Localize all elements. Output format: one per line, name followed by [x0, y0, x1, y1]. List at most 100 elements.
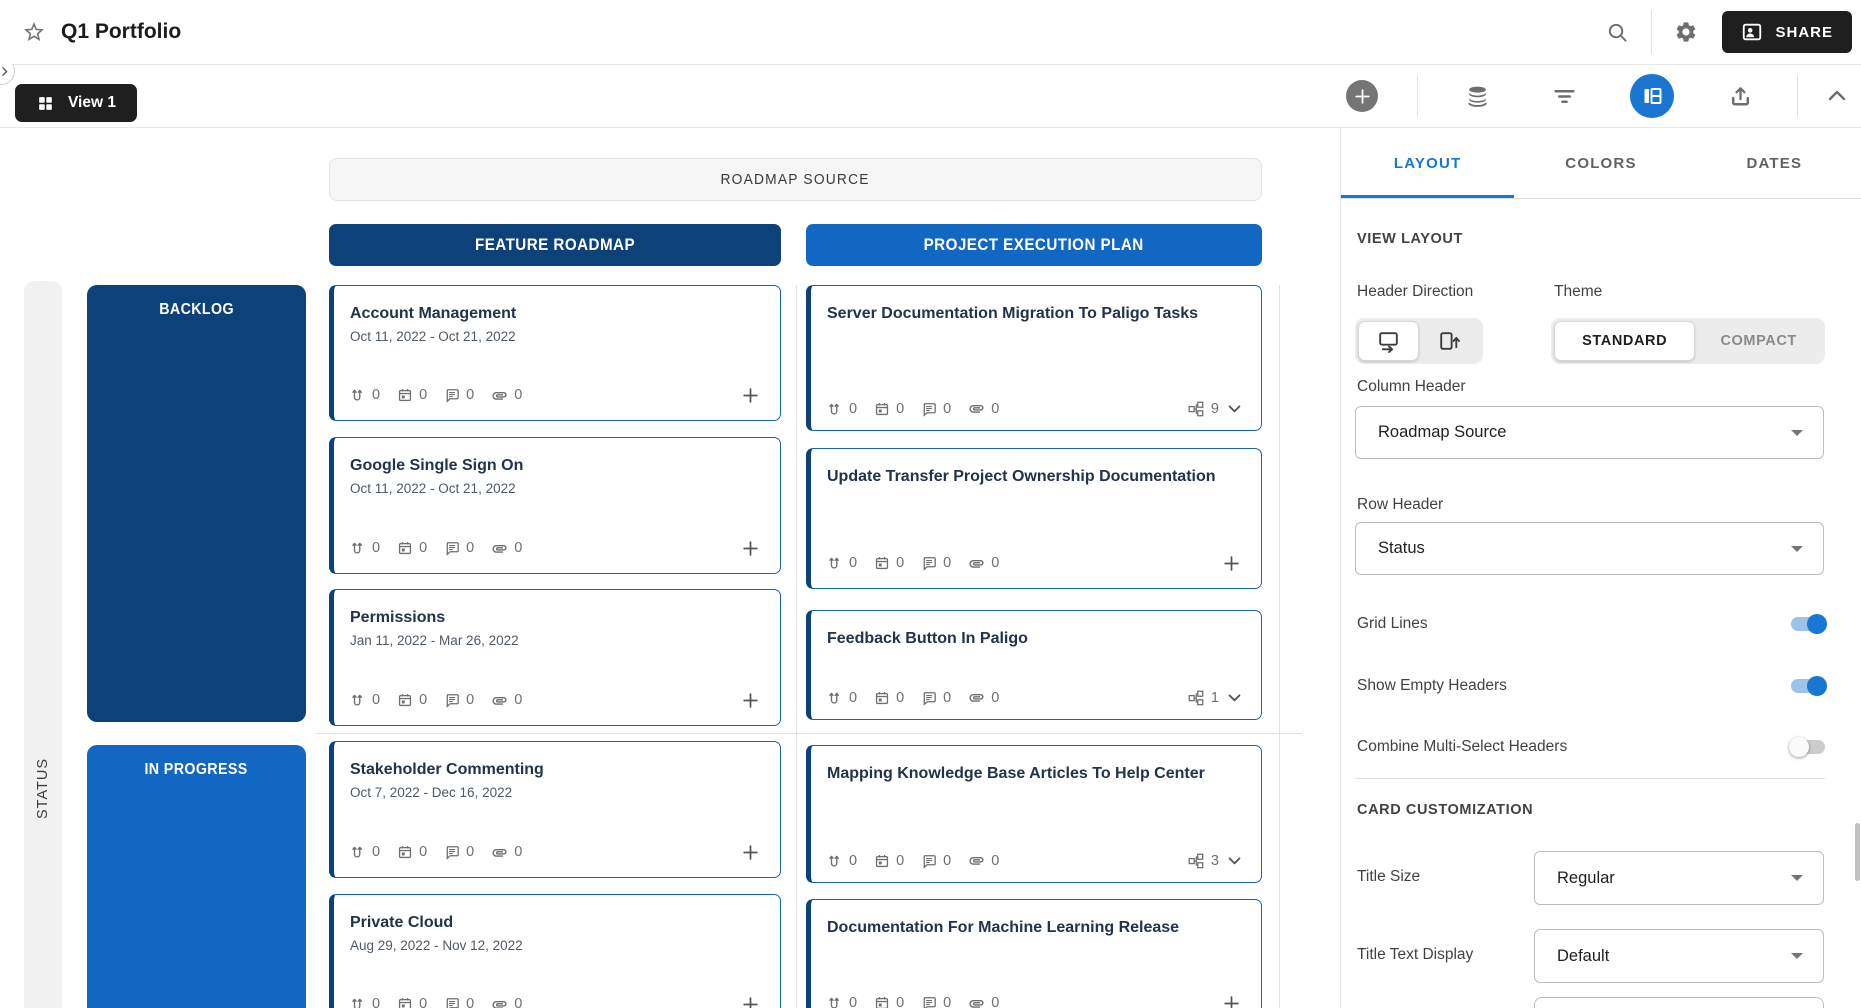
- data-source-button[interactable]: [1465, 65, 1490, 127]
- column-header-label: Column Header: [1357, 378, 1466, 396]
- add-view-button[interactable]: [1346, 65, 1378, 127]
- card-footer: 0 0 0 0: [350, 992, 762, 1008]
- children-group[interactable]: 1: [1188, 689, 1243, 706]
- column-group-header[interactable]: ROADMAP SOURCE: [329, 158, 1262, 201]
- comment-count: 0: [943, 853, 951, 869]
- page-title: Q1 Portfolio: [61, 20, 181, 44]
- attachment-count: 0: [514, 996, 522, 1008]
- roadmap-card[interactable]: Update Transfer Project Ownership Docume…: [806, 448, 1262, 589]
- roadmap-card[interactable]: Account Management Oct 11, 2022 - Oct 21…: [329, 285, 781, 421]
- row-header-in-progress[interactable]: IN PROGRESS: [87, 745, 306, 1008]
- comment-icon: [444, 844, 460, 860]
- settings-gear-icon[interactable]: [1674, 20, 1698, 44]
- row-header-backlog[interactable]: BACKLOG: [87, 285, 306, 722]
- attachment-count: 0: [991, 690, 999, 706]
- row-axis-label: STATUS: [24, 698, 62, 878]
- children-group[interactable]: 3: [1188, 852, 1243, 869]
- card-dates: Oct 7, 2022 - Dec 16, 2022: [350, 785, 762, 800]
- calendar-icon: [874, 853, 890, 869]
- roadmap-card[interactable]: Private Cloud Aug 29, 2022 - Nov 12, 202…: [329, 894, 781, 1008]
- add-button[interactable]: [738, 840, 762, 864]
- direction-horizontal-button[interactable]: [1358, 321, 1419, 361]
- grid-lines-toggle[interactable]: [1789, 614, 1827, 634]
- card-title: Mapping Knowledge Base Articles To Help …: [827, 762, 1243, 785]
- add-button[interactable]: [738, 688, 762, 712]
- panel-scrollbar[interactable]: [1855, 823, 1860, 881]
- roadmap-card[interactable]: Server Documentation Migration To Paligo…: [806, 285, 1262, 431]
- tab-dates[interactable]: DATES: [1688, 128, 1861, 198]
- comment-count: 0: [466, 844, 474, 860]
- card-dates: Aug 29, 2022 - Nov 12, 2022: [350, 938, 762, 953]
- card-dates: Oct 11, 2022 - Oct 21, 2022: [350, 329, 762, 344]
- attachment-icon: [968, 852, 985, 869]
- dependency-count: 0: [372, 540, 380, 556]
- tab-colors[interactable]: COLORS: [1514, 128, 1687, 198]
- calendar-icon: [397, 387, 413, 403]
- theme-standard-button[interactable]: STANDARD: [1554, 321, 1695, 361]
- schedule-counter: 0: [397, 540, 427, 556]
- caret-down-icon: [1791, 875, 1803, 881]
- dependency-icon: [827, 401, 843, 417]
- children-count: 3: [1211, 853, 1219, 869]
- dependency-count: 0: [372, 996, 380, 1008]
- comment-counter: 0: [921, 853, 951, 869]
- roadmap-card[interactable]: Mapping Knowledge Base Articles To Help …: [806, 745, 1262, 883]
- grid-line-horizontal: [316, 733, 1302, 734]
- export-button[interactable]: [1728, 65, 1753, 127]
- attachment-count: 0: [991, 995, 999, 1008]
- calendar-icon: [397, 540, 413, 556]
- chevron-right-icon: [0, 65, 11, 78]
- row-header-dropdown[interactable]: Status: [1355, 522, 1824, 575]
- title-text-display-dropdown[interactable]: Default: [1534, 929, 1824, 983]
- combine-multiselect-label: Combine Multi-Select Headers: [1357, 738, 1567, 756]
- add-button[interactable]: [738, 536, 762, 560]
- theme-label: Theme: [1554, 283, 1602, 301]
- theme-standard-label: STANDARD: [1565, 333, 1684, 349]
- row1-label: BACKLOG: [159, 301, 234, 319]
- title-text-display-label: Title Text Display: [1357, 946, 1473, 964]
- dependency-count: 0: [372, 387, 380, 403]
- theme-compact-button[interactable]: COMPACT: [1695, 321, 1822, 361]
- roadmap-card[interactable]: Documentation For Machine Learning Relea…: [806, 899, 1262, 1008]
- filter-button[interactable]: [1552, 65, 1577, 127]
- column-header-project-execution-plan[interactable]: PROJECT EXECUTION PLAN: [806, 224, 1262, 266]
- show-empty-headers-toggle[interactable]: [1789, 676, 1827, 696]
- comment-counter: 0: [444, 692, 474, 708]
- attachment-icon: [968, 555, 985, 572]
- dependency-icon: [350, 996, 366, 1008]
- roadmap-card[interactable]: Feedback Button In Paligo 0 0 0 0 1: [806, 610, 1262, 720]
- header-direction-label: Header Direction: [1357, 283, 1473, 301]
- grid-line-vertical: [796, 285, 797, 1008]
- column-header-dropdown[interactable]: Roadmap Source: [1355, 406, 1824, 459]
- card-dates: Jan 11, 2022 - Mar 26, 2022: [350, 633, 762, 648]
- comment-count: 0: [943, 690, 951, 706]
- title-size-dropdown[interactable]: Regular: [1534, 851, 1824, 905]
- view-selector-button[interactable]: View 1: [15, 84, 137, 122]
- share-button[interactable]: SHARE: [1722, 11, 1852, 53]
- layout-settings-button-active[interactable]: [1630, 74, 1674, 118]
- dependency-counter: 0: [350, 692, 380, 708]
- dependency-count: 0: [372, 844, 380, 860]
- roadmap-card[interactable]: Stakeholder Commenting Oct 7, 2022 - Dec…: [329, 741, 781, 878]
- search-icon[interactable]: [1606, 21, 1629, 44]
- attachment-icon: [491, 844, 508, 861]
- roadmap-card[interactable]: Permissions Jan 11, 2022 - Mar 26, 2022 …: [329, 589, 781, 726]
- attachment-count: 0: [991, 853, 999, 869]
- next-dropdown-partial: [1534, 997, 1824, 1008]
- favorite-star-icon[interactable]: [22, 20, 46, 44]
- children-group[interactable]: 9: [1188, 400, 1243, 417]
- direction-vertical-button[interactable]: [1419, 321, 1478, 361]
- comment-count: 0: [466, 996, 474, 1008]
- card-footer: 0 0 0 0: [350, 688, 762, 712]
- add-button[interactable]: [1219, 991, 1243, 1008]
- combine-multiselect-toggle[interactable]: [1789, 737, 1827, 757]
- dependency-count: 0: [849, 995, 857, 1008]
- collapse-toolbar-button[interactable]: [1825, 65, 1849, 127]
- roadmap-card[interactable]: Google Single Sign On Oct 11, 2022 - Oct…: [329, 437, 781, 574]
- add-button[interactable]: [738, 383, 762, 407]
- comment-counter: 0: [444, 844, 474, 860]
- tab-layout[interactable]: LAYOUT: [1341, 128, 1514, 198]
- column-header-feature-roadmap[interactable]: FEATURE ROADMAP: [329, 224, 781, 266]
- add-button[interactable]: [738, 992, 762, 1008]
- add-button[interactable]: [1219, 551, 1243, 575]
